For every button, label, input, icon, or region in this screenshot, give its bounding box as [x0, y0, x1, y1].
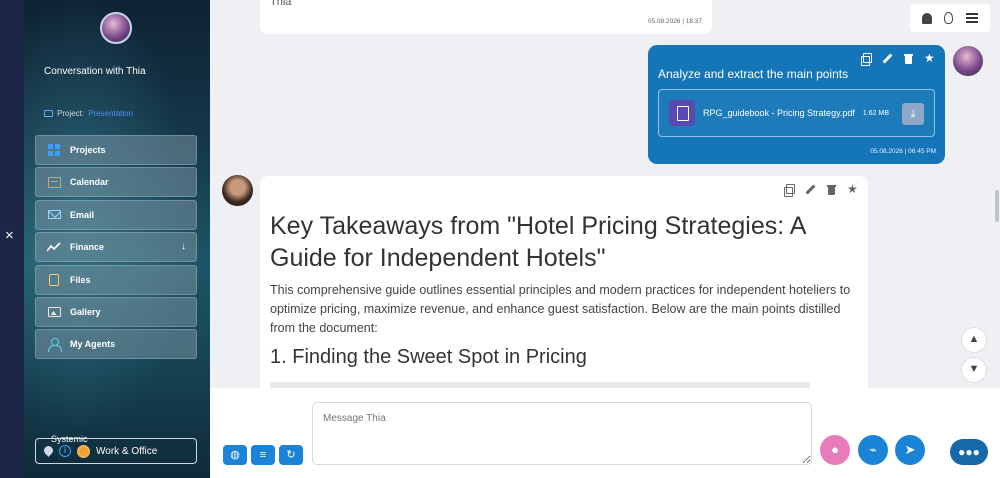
- timestamp: 05.08.2026 | 06:45 PM: [870, 148, 936, 155]
- assistant-message: ★ Key Takeaways from "Hotel Pricing Stra…: [260, 176, 868, 388]
- sidebar-menu: Projects Calendar Email Finance ↓ Files …: [35, 135, 197, 362]
- sidebar-item-label: Finance: [70, 242, 105, 253]
- delete-icon[interactable]: [903, 53, 914, 64]
- sidebar-item-projects[interactable]: Projects: [35, 135, 197, 165]
- edit-icon[interactable]: [882, 53, 893, 64]
- message-input[interactable]: [312, 402, 812, 465]
- mail-icon: [47, 209, 61, 221]
- send-button[interactable]: ➤: [895, 435, 925, 465]
- sidebar-item-files[interactable]: Files: [35, 264, 197, 295]
- sidebar-item-label: Files: [70, 274, 91, 285]
- folder-icon: [44, 110, 53, 117]
- sun-icon: [77, 444, 90, 458]
- attachment-card[interactable]: RPG_guidebook - Pricing Strategy.pdf 1.6…: [658, 89, 935, 137]
- close-icon[interactable]: ×: [5, 228, 14, 243]
- sidebar-item-calendar[interactable]: Calendar: [35, 167, 197, 198]
- assistant-paragraph: This comprehensive guide outlines essent…: [270, 283, 851, 335]
- left-strip: ×: [0, 0, 24, 478]
- user-message-text: Analyze and extract the main points: [658, 67, 849, 81]
- scroll-up-button[interactable]: ▲: [962, 328, 986, 352]
- bell-icon[interactable]: [922, 12, 933, 24]
- copy-icon[interactable]: [784, 184, 795, 197]
- workspace-label: Systemic: [51, 434, 88, 444]
- chart-line-icon: [47, 241, 61, 253]
- assistant-avatar[interactable]: [222, 175, 253, 206]
- project-indicator[interactable]: Project: Presentation: [44, 109, 133, 118]
- refresh-icon[interactable]: ↻: [279, 445, 303, 465]
- project-label: Project:: [57, 109, 85, 118]
- composer: ◍ ≡ ↻ ● ⌁ ➤ ●●●: [210, 388, 1000, 478]
- user-message: ★ Analyze and extract the main points RP…: [648, 45, 945, 164]
- sidebar-item-gallery[interactable]: Gallery: [35, 296, 197, 327]
- document-icon: [669, 100, 695, 126]
- assistant-heading: Key Takeaways from "Hotel Pricing Strate…: [270, 212, 806, 272]
- edit-icon[interactable]: [805, 184, 816, 195]
- list-icon[interactable]: ≡: [251, 445, 275, 465]
- calendar-icon: [47, 176, 61, 188]
- message-actions: ★: [784, 183, 858, 197]
- workspace-value: Work & Office: [96, 445, 158, 457]
- project-value[interactable]: Presentation: [88, 109, 133, 118]
- avatar[interactable]: [100, 12, 132, 44]
- sidebar-item-label: Calendar: [70, 177, 109, 188]
- sidebar-item-label: Projects: [70, 145, 106, 155]
- lightbulb-icon[interactable]: [944, 12, 954, 24]
- attachment-size: 1.62 MB: [862, 109, 889, 117]
- assistant-subheading: 1. Finding the Sweet Spot in Pricing: [270, 346, 587, 368]
- scrollbar[interactable]: [995, 190, 999, 222]
- delete-icon[interactable]: [826, 184, 837, 195]
- sidebar-item-label: Gallery: [70, 306, 101, 317]
- previous-message-text: Thia: [270, 0, 292, 8]
- file-icon: [47, 273, 61, 286]
- image-icon: [47, 306, 61, 318]
- sidebar: Conversation with Thia Project: Presenta…: [24, 0, 210, 478]
- microphone-button[interactable]: ●: [820, 435, 850, 465]
- info-icon[interactable]: i: [59, 445, 71, 457]
- user-avatar[interactable]: [953, 46, 983, 76]
- location-icon: [44, 446, 53, 457]
- user-icon: [47, 337, 62, 352]
- copy-icon[interactable]: [861, 53, 872, 66]
- scroll-down-button[interactable]: ▼: [962, 358, 986, 382]
- globe-icon[interactable]: ◍: [223, 445, 247, 465]
- timestamp: 05.08.2026 | 18:37: [647, 18, 702, 25]
- message-actions: ★: [861, 52, 935, 66]
- star-icon[interactable]: ★: [924, 52, 935, 64]
- previous-message: Thia 05.08.2026 | 18:37: [260, 0, 712, 34]
- download-icon[interactable]: ⤓: [902, 103, 924, 125]
- grid-icon: [47, 144, 61, 156]
- chevron-down-icon[interactable]: ↓: [181, 241, 186, 252]
- sidebar-item-label: Email: [70, 209, 95, 220]
- sidebar-item-label: My Agents: [70, 339, 116, 350]
- composer-tools: ◍ ≡ ↻: [223, 445, 303, 465]
- sidebar-item-email[interactable]: Email: [35, 199, 197, 230]
- conversation-title: Conversation with Thia: [44, 66, 146, 77]
- star-icon[interactable]: ★: [847, 183, 858, 195]
- attach-button[interactable]: ⌁: [858, 435, 888, 465]
- top-toolbar: [910, 4, 990, 32]
- attachment-name: RPG_guidebook - Pricing Strategy.pdf: [703, 108, 855, 118]
- chat-area: Thia 05.08.2026 | 18:37 ★ Analyze and ex…: [210, 0, 1000, 388]
- chat-bubble-button[interactable]: ●●●: [950, 439, 988, 465]
- menu-icon[interactable]: [965, 13, 978, 23]
- sidebar-item-finance[interactable]: Finance ↓: [35, 232, 197, 263]
- sidebar-item-my-agents[interactable]: My Agents: [35, 329, 197, 360]
